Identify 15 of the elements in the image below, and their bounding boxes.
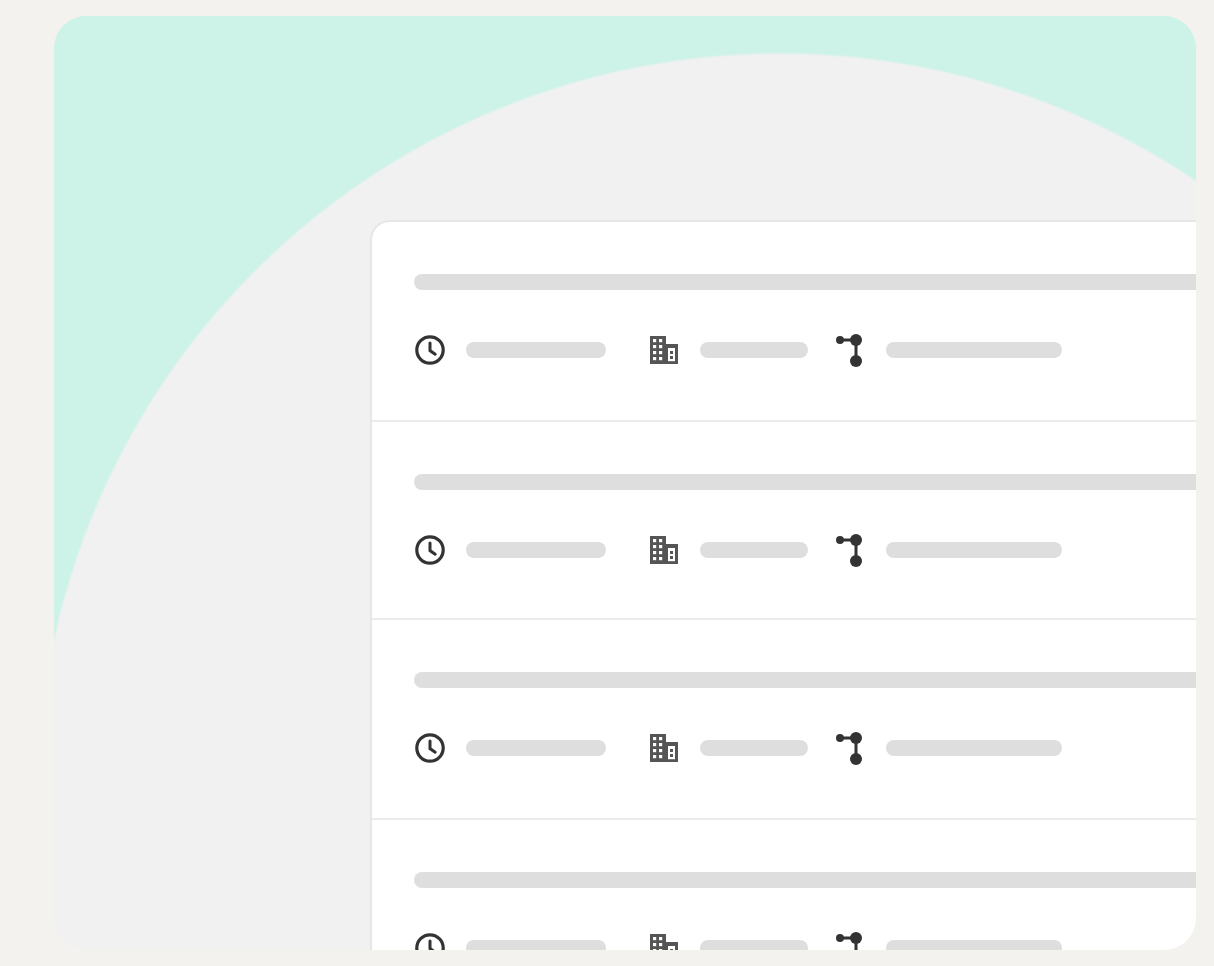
building-icon (648, 732, 680, 764)
company-placeholder-bar (700, 740, 808, 756)
clock-icon (414, 533, 446, 565)
building-icon (648, 334, 680, 366)
clock-icon (414, 334, 446, 366)
company-placeholder-bar (700, 541, 808, 557)
node-graph-icon (834, 531, 866, 567)
building-icon (648, 533, 680, 565)
company-placeholder-bar (700, 342, 808, 358)
clock-icon (414, 732, 446, 764)
time-placeholder-bar (466, 541, 606, 557)
time-placeholder-bar (466, 342, 606, 358)
node-graph-icon (834, 730, 866, 766)
time-placeholder-bar (466, 740, 606, 756)
node-graph-icon (834, 332, 866, 368)
